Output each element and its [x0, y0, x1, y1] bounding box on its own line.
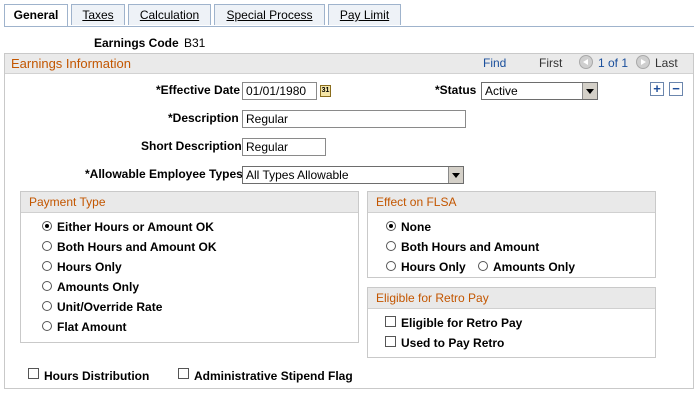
- allowable-employee-types-select[interactable]: All Types Allowable: [242, 166, 464, 184]
- tab-pay-limit[interactable]: Pay Limit: [328, 4, 401, 25]
- payment-amounts-only-radio[interactable]: [42, 281, 52, 291]
- payment-flat-amount-radio[interactable]: [42, 321, 52, 331]
- description-label: *Description: [168, 111, 239, 125]
- panel-title: Earnings Information: [11, 56, 131, 71]
- payment-hours-only-radio[interactable]: [42, 261, 52, 271]
- payment-both-radio[interactable]: [42, 241, 52, 251]
- payment-either-radio[interactable]: [42, 221, 52, 231]
- flsa-both-label: Both Hours and Amount: [401, 240, 540, 254]
- administrative-stipend-checkbox[interactable]: [178, 368, 189, 379]
- effective-date-input[interactable]: 01/01/1980: [242, 82, 317, 100]
- tab-bar-divider: [4, 26, 694, 27]
- calendar-icon-day: 31: [321, 87, 330, 94]
- allowable-employee-types-label: *Allowable Employee Types: [85, 167, 243, 181]
- short-description-label: Short Description: [141, 139, 242, 153]
- flsa-none-label: None: [401, 220, 431, 234]
- delete-row-button[interactable]: −: [669, 82, 683, 96]
- earnings-code-value: B31: [184, 36, 206, 50]
- previous-icon[interactable]: [579, 55, 593, 69]
- tab-general[interactable]: General: [4, 4, 68, 27]
- payment-hours-only-label: Hours Only: [57, 260, 122, 274]
- status-value: Active: [485, 84, 518, 98]
- payment-type-title: Payment Type: [21, 192, 358, 213]
- eligible-retro-checkbox[interactable]: [385, 316, 396, 327]
- hours-distribution-checkbox[interactable]: [28, 368, 39, 379]
- chevron-down-icon: [448, 167, 463, 183]
- payment-both-label: Both Hours and Amount OK: [57, 240, 217, 254]
- eligible-retro-label: Eligible for Retro Pay: [401, 316, 523, 330]
- payment-unit-override-radio[interactable]: [42, 301, 52, 311]
- payment-unit-override-label: Unit/Override Rate: [57, 300, 163, 314]
- short-description-input[interactable]: Regular: [242, 138, 326, 156]
- payment-flat-amount-label: Flat Amount: [57, 320, 127, 334]
- last-label: Last: [655, 56, 678, 70]
- used-to-pay-retro-label: Used to Pay Retro: [401, 336, 505, 350]
- next-icon[interactable]: [636, 55, 650, 69]
- hours-distribution-label: Hours Distribution: [44, 369, 150, 383]
- flsa-both-radio[interactable]: [386, 241, 396, 251]
- retro-title: Eligible for Retro Pay: [368, 288, 655, 309]
- flsa-hours-only-label: Hours Only: [401, 260, 466, 274]
- status-select[interactable]: Active: [481, 82, 598, 100]
- payment-amounts-only-label: Amounts Only: [57, 280, 140, 294]
- allowable-employee-types-value: All Types Allowable: [246, 168, 349, 182]
- flsa-hours-only-radio[interactable]: [386, 261, 396, 271]
- pager-count: 1 of 1: [598, 56, 629, 70]
- administrative-stipend-label: Administrative Stipend Flag: [194, 369, 353, 383]
- flsa-none-radio[interactable]: [386, 221, 396, 231]
- effective-date-label: *Effective Date: [156, 83, 241, 97]
- flsa-amounts-only-label: Amounts Only: [493, 260, 576, 274]
- find-link[interactable]: Find: [483, 56, 506, 70]
- tab-special-process[interactable]: Special Process: [214, 4, 325, 25]
- add-row-button[interactable]: +: [650, 82, 664, 96]
- earnings-code-label: Earnings Code: [94, 36, 179, 50]
- payment-either-label: Either Hours or Amount OK: [57, 220, 214, 234]
- tab-taxes[interactable]: Taxes: [71, 4, 125, 25]
- description-input[interactable]: Regular: [242, 110, 466, 128]
- flsa-title: Effect on FLSA: [368, 192, 655, 213]
- calendar-icon[interactable]: 31: [320, 85, 331, 97]
- status-label: *Status: [435, 83, 477, 97]
- chevron-down-icon: [582, 83, 597, 99]
- flsa-amounts-only-radio[interactable]: [478, 261, 488, 271]
- used-to-pay-retro-checkbox[interactable]: [385, 336, 396, 347]
- tab-calculation[interactable]: Calculation: [128, 4, 211, 25]
- first-label: First: [539, 56, 563, 70]
